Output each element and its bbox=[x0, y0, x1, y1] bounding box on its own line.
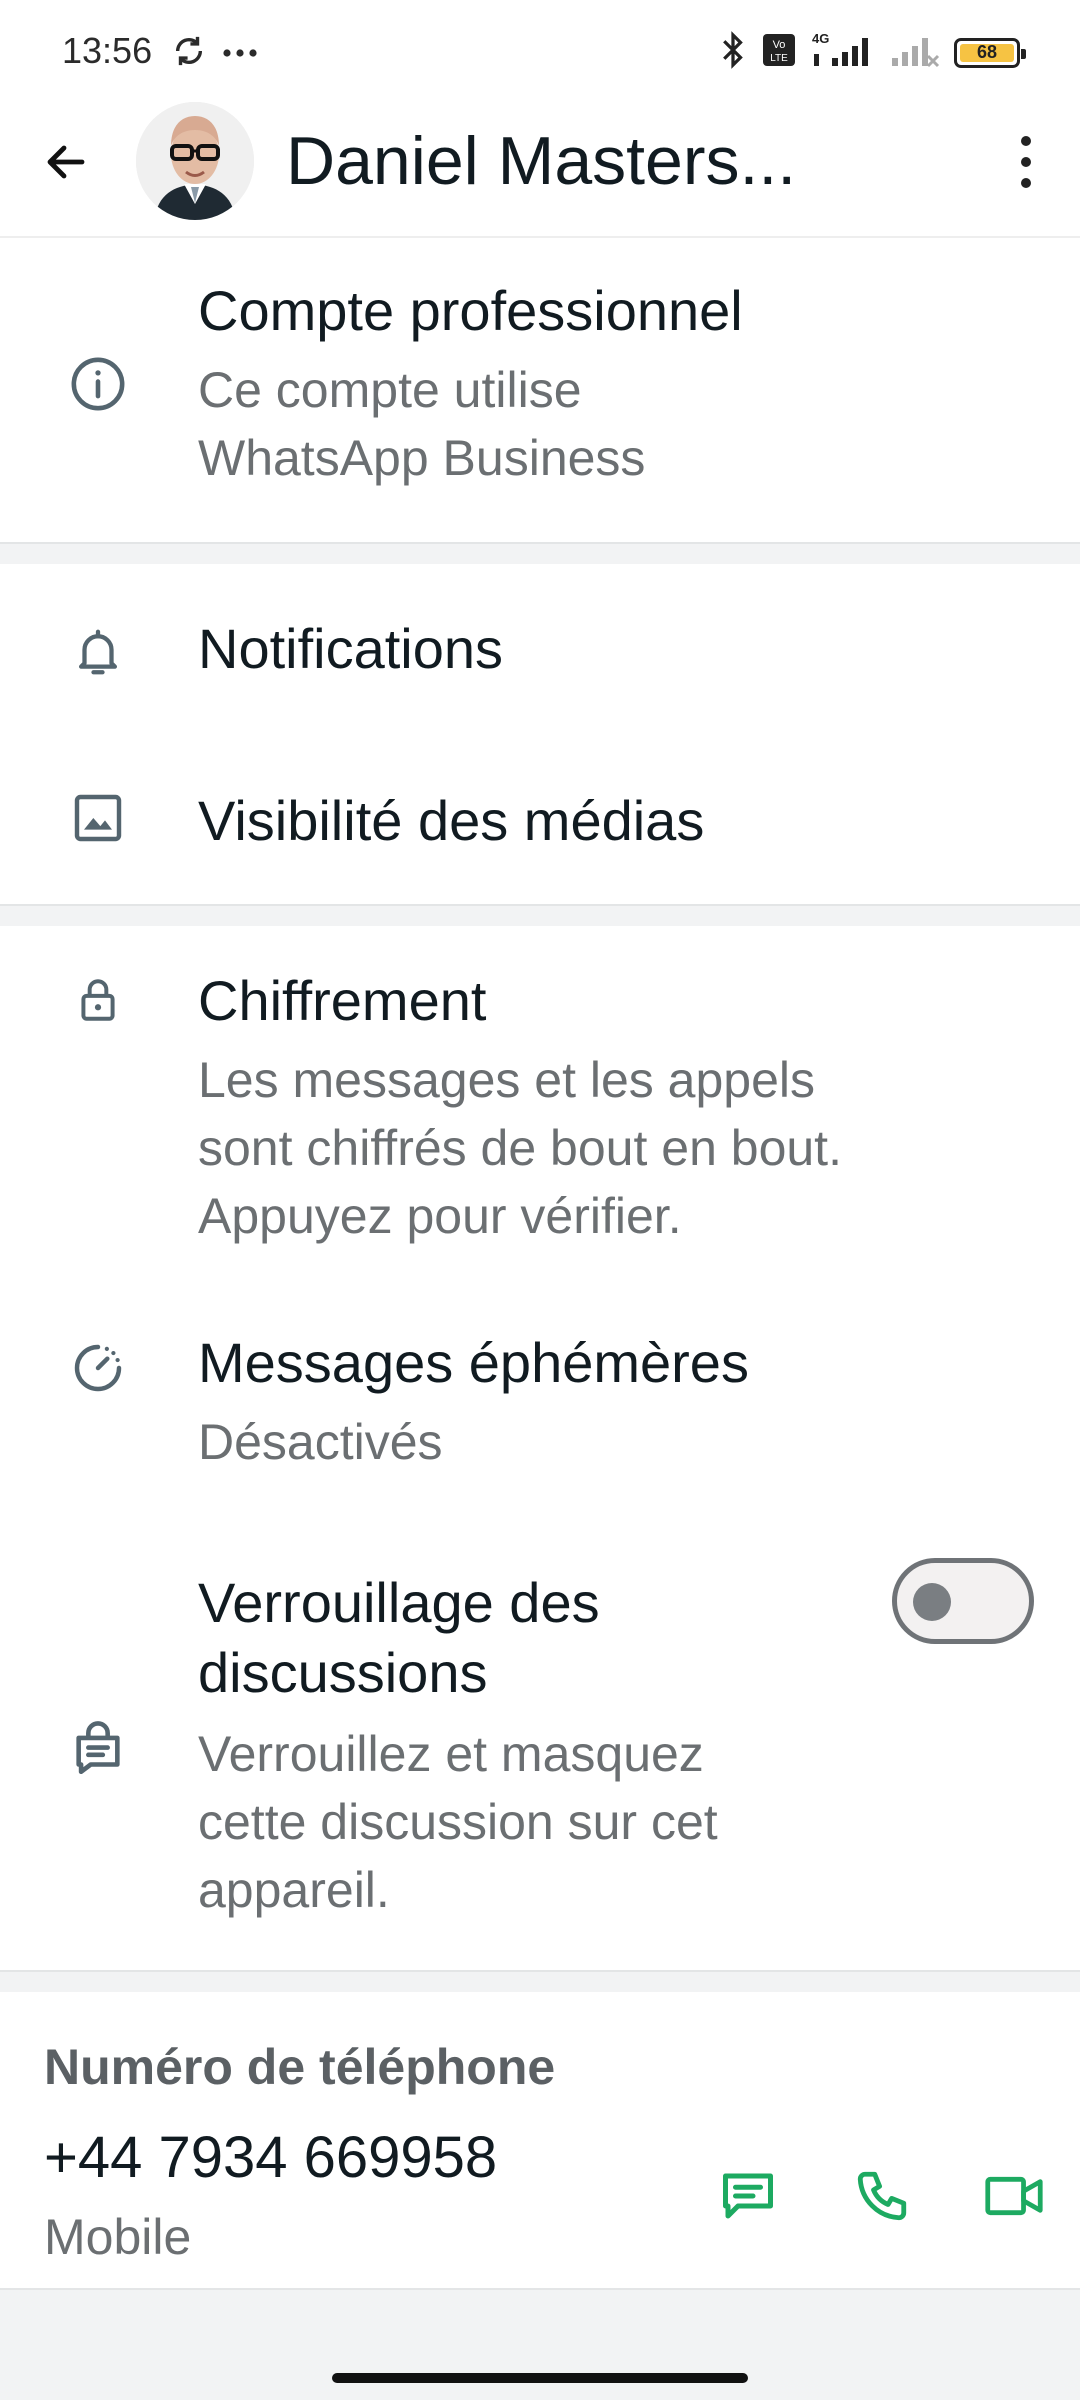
section-divider bbox=[0, 2288, 1080, 2400]
avatar[interactable] bbox=[136, 102, 254, 220]
signal-icon: 4G bbox=[810, 30, 874, 75]
signal-empty-icon bbox=[888, 30, 940, 75]
status-bar: 13:56 Vo LTE 4G 68 bbox=[0, 0, 1080, 100]
encryption-row[interactable]: Chiffrement Les messages et les appels s… bbox=[0, 928, 1080, 1278]
battery-level: 68 bbox=[960, 42, 1014, 62]
section-divider bbox=[0, 542, 1080, 564]
message-button[interactable] bbox=[708, 2156, 788, 2236]
ephemeral-title: Messages éphémères bbox=[198, 1331, 749, 1394]
status-right-icons: Vo LTE 4G 68 bbox=[718, 30, 1026, 75]
image-icon bbox=[66, 786, 130, 850]
encryption-desc-line1: Les messages et les appels bbox=[198, 1052, 816, 1108]
toggle-knob bbox=[913, 1583, 951, 1621]
sync-icon bbox=[172, 34, 206, 73]
message-icon bbox=[723, 2173, 773, 2219]
phone-number[interactable]: +44 7934 669958 bbox=[44, 2124, 497, 2191]
phone-type: Mobile bbox=[44, 2209, 192, 2265]
chat-lock-row[interactable]: Verrouillage des discussions Verrouillez… bbox=[0, 1540, 1080, 1960]
encryption-title: Chiffrement bbox=[198, 969, 487, 1032]
section-divider bbox=[0, 904, 1080, 926]
notifications-row[interactable]: Notifications bbox=[0, 566, 1080, 738]
battery-icon: 68 bbox=[954, 37, 1026, 68]
ephemeral-value: Désactivés bbox=[198, 1414, 443, 1470]
timer-icon bbox=[66, 1336, 130, 1400]
svg-text:Vo: Vo bbox=[773, 39, 786, 51]
contact-name[interactable]: Daniel Masters... bbox=[286, 122, 796, 200]
contact-info-screen: 13:56 Vo LTE 4G 68 Daniel Masters... Com… bbox=[0, 0, 1080, 2400]
chat-lock-title-line1: Verrouillage des bbox=[198, 1571, 600, 1634]
encryption-desc-line3: Appuyez pour vérifier. bbox=[198, 1188, 682, 1244]
call-button[interactable] bbox=[842, 2156, 922, 2236]
info-icon bbox=[66, 352, 130, 416]
ephemeral-messages-row[interactable]: Messages éphémères Désactivés bbox=[0, 1300, 1080, 1520]
bell-icon bbox=[66, 620, 130, 684]
more-options-button[interactable] bbox=[1006, 130, 1046, 194]
chat-lock-toggle[interactable] bbox=[892, 1558, 1034, 1644]
phone-section: Numéro de téléphone +44 7934 669958 Mobi… bbox=[0, 1994, 1080, 2290]
svg-text:4G: 4G bbox=[812, 31, 829, 46]
video-call-icon bbox=[985, 2176, 1043, 2216]
business-subtitle-line1: Ce compte utilise bbox=[198, 362, 582, 418]
section-divider bbox=[0, 1970, 1080, 1992]
chat-lock-desc-line1: Verrouillez et masquez bbox=[198, 1726, 704, 1782]
chat-lock-icon bbox=[66, 1718, 130, 1782]
chat-lock-title-line2: discussions bbox=[198, 1641, 488, 1704]
status-left-icons bbox=[172, 34, 258, 73]
phone-label: Numéro de téléphone bbox=[44, 2039, 556, 2095]
volte-icon: Vo LTE bbox=[762, 33, 796, 72]
svg-text:LTE: LTE bbox=[770, 53, 788, 64]
business-subtitle-line2: WhatsApp Business bbox=[198, 430, 646, 486]
business-account-row[interactable]: Compte professionnel Ce compte utilise W… bbox=[0, 238, 1080, 540]
more-vertical-icon bbox=[1021, 136, 1031, 146]
media-visibility-label: Visibilité des médias bbox=[198, 789, 705, 852]
video-call-button[interactable] bbox=[974, 2156, 1054, 2236]
chat-lock-desc-line3: appareil. bbox=[198, 1862, 390, 1918]
back-button[interactable] bbox=[36, 132, 96, 192]
lock-icon bbox=[66, 968, 130, 1032]
business-title: Compte professionnel bbox=[198, 279, 743, 342]
status-time: 13:56 bbox=[62, 30, 153, 71]
chat-lock-desc-line2: cette discussion sur cet bbox=[198, 1794, 718, 1850]
call-icon bbox=[857, 2171, 907, 2221]
media-visibility-row[interactable]: Visibilité des médias bbox=[0, 738, 1080, 906]
home-indicator[interactable] bbox=[332, 2373, 748, 2383]
header: Daniel Masters... bbox=[0, 100, 1080, 238]
notifications-label: Notifications bbox=[198, 617, 504, 680]
more-dots-icon bbox=[222, 45, 258, 63]
bluetooth-icon bbox=[718, 30, 748, 75]
encryption-desc-line2: sont chiffrés de bout en bout. bbox=[198, 1120, 842, 1176]
back-arrow-icon bbox=[47, 145, 85, 179]
